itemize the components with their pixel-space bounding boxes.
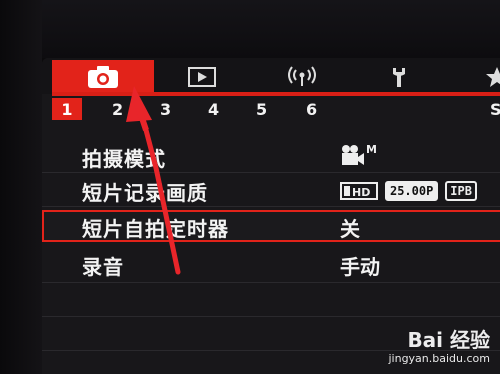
watermark-url: jingyan.baidu.com: [388, 352, 490, 365]
compression-badge: IPB: [445, 180, 477, 201]
watermark-logo: Bai 经验: [407, 328, 490, 352]
row-divider: [42, 206, 500, 207]
svg-text:M: M: [366, 143, 377, 156]
menu-row-movie-quality[interactable]: 短片记录画质 HD 25.00P IPB: [42, 176, 500, 205]
tab-underline: [52, 92, 500, 96]
camera-bezel-left: [0, 0, 42, 374]
menu-value-movie-mode: M: [340, 143, 380, 174]
menu-row-sound-recording[interactable]: 录音 手动: [42, 250, 500, 279]
page-tab-2[interactable]: 2: [112, 100, 123, 119]
tab-wireless[interactable]: [282, 60, 322, 94]
playback-icon: [188, 67, 216, 87]
menu-value-movie-quality: HD 25.00P IPB: [340, 177, 477, 201]
row-divider: [42, 316, 500, 317]
row-divider: [42, 172, 500, 173]
menu-row-movie-self-timer[interactable]: 短片自拍定时器 关: [42, 210, 500, 242]
movie-mode-icon: M: [342, 143, 377, 165]
watermark: Bai 经验 jingyan.baidu.com: [370, 322, 490, 370]
star-icon: [486, 67, 500, 87]
tab-setup[interactable]: [384, 60, 414, 94]
menu-value: 关: [340, 217, 360, 241]
page-tab-5[interactable]: 5: [256, 100, 267, 119]
tab-mymenu[interactable]: [482, 60, 500, 94]
menu-row-shooting-mode[interactable]: 拍摄模式 M: [42, 142, 500, 171]
page-tab-1[interactable]: 1: [52, 98, 82, 120]
frame-rate-badge: 25.00P: [384, 180, 439, 201]
page-tab-6[interactable]: 6: [306, 100, 317, 119]
wrench-icon: [393, 68, 405, 87]
fhd-icon: HD: [340, 181, 378, 200]
page-number-row: 1 2 3 4 5 6 S: [42, 98, 500, 122]
tab-shooting[interactable]: [52, 60, 154, 94]
camera-icon: [88, 66, 118, 88]
camera-bezel-top: [0, 0, 500, 58]
menu-label: 短片记录画质: [82, 181, 208, 205]
tab-playback[interactable]: [182, 60, 222, 94]
menu-value: 手动: [340, 255, 380, 279]
menu-label: 短片自拍定时器: [82, 217, 229, 241]
menu-label: 拍摄模式: [82, 147, 166, 171]
menu-tab-bar: [42, 58, 500, 96]
page-tab-s[interactable]: S: [490, 100, 500, 119]
page-tab-3[interactable]: 3: [160, 100, 171, 119]
svg-text:HD: HD: [352, 186, 370, 199]
wireless-icon: [288, 66, 316, 86]
page-tab-4[interactable]: 4: [208, 100, 219, 119]
menu-label: 录音: [82, 255, 124, 279]
row-divider: [42, 282, 500, 283]
